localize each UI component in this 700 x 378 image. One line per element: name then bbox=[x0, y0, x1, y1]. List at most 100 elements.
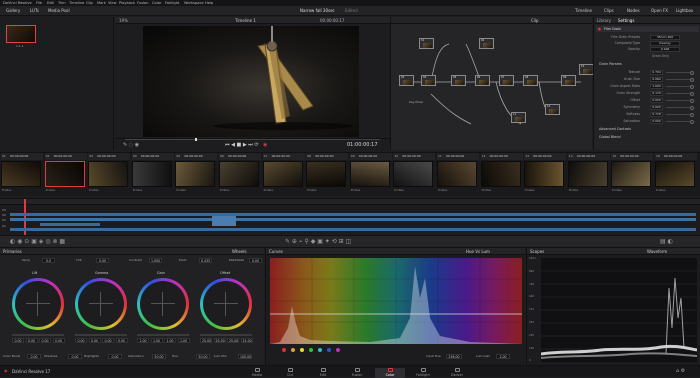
grain-param-slider[interactable] bbox=[666, 79, 690, 80]
wheel-value[interactable]: 1.00 bbox=[150, 338, 163, 343]
menu-item-playback[interactable]: Playback bbox=[119, 1, 135, 5]
lum-gain-value[interactable]: 1.00 bbox=[496, 354, 510, 359]
page-tab-fusion[interactable]: Fusion bbox=[342, 368, 372, 377]
node-10[interactable]: 10 bbox=[579, 64, 594, 75]
top-control-value[interactable]: 0.0 bbox=[42, 258, 55, 263]
menu-item-fairlight[interactable]: Fairlight bbox=[165, 1, 179, 5]
wheel-value[interactable]: 0.00 bbox=[39, 338, 51, 343]
gallery-tab[interactable]: Gallery bbox=[6, 8, 20, 13]
reset-icon[interactable] bbox=[690, 106, 694, 110]
nodes-toggle[interactable]: Nodes bbox=[627, 8, 640, 13]
reset-icon[interactable] bbox=[690, 99, 694, 103]
tab-settings[interactable]: Settings bbox=[618, 18, 634, 23]
node-01[interactable]: 01 bbox=[419, 38, 434, 49]
menu-item-davinci-resolve[interactable]: DaVinci Resolve bbox=[3, 1, 32, 5]
scopes-mode[interactable]: Waveform bbox=[647, 249, 667, 254]
hue-swatch-2[interactable] bbox=[300, 348, 304, 352]
timeline-clip[interactable] bbox=[10, 213, 696, 216]
tab-library[interactable]: Library bbox=[597, 18, 611, 23]
top-control-value[interactable]: 0.435 bbox=[199, 258, 212, 263]
wheel-value[interactable]: 0.00 bbox=[115, 338, 128, 343]
hue-swatch-3[interactable] bbox=[309, 348, 313, 352]
node-08[interactable]: 08 bbox=[523, 75, 538, 86]
page-tab-edit[interactable]: Edit bbox=[308, 368, 338, 377]
clip-thumbnail[interactable] bbox=[655, 161, 695, 187]
wheel-value[interactable]: 25.00 bbox=[227, 338, 239, 343]
grain-param-slider[interactable] bbox=[666, 93, 690, 94]
menu-item-help[interactable]: Help bbox=[205, 1, 213, 5]
timeline-clip[interactable] bbox=[212, 216, 236, 226]
wheel-value[interactable]: 25.00 bbox=[200, 338, 212, 343]
wheel-value[interactable]: 0.00 bbox=[75, 338, 87, 343]
input-hue-value[interactable]: 256.00 bbox=[446, 354, 462, 359]
clip-thumbnail[interactable] bbox=[611, 161, 652, 187]
grain-param-value[interactable]: 0.000 bbox=[650, 105, 663, 110]
transport-controls[interactable]: ⏮ ◀ ■ ▶ ⏭ ⟳ bbox=[225, 143, 259, 148]
wheel-value[interactable]: 0.00 bbox=[52, 338, 65, 343]
bottom-control-value[interactable]: 0.00 bbox=[108, 354, 122, 359]
clip-thumbnail[interactable] bbox=[437, 161, 477, 187]
fx-setting-value[interactable]: 35mm 400 bbox=[650, 35, 680, 40]
bottom-control-value[interactable]: 100.00 bbox=[238, 354, 252, 359]
timeline-clip[interactable] bbox=[10, 218, 696, 221]
grain-param-slider[interactable] bbox=[666, 86, 690, 87]
wheel-value[interactable]: 1.00 bbox=[164, 338, 176, 343]
clip-thumbnail[interactable] bbox=[44, 161, 85, 187]
reset-icon[interactable] bbox=[690, 113, 694, 117]
node-02[interactable]: 02 bbox=[479, 38, 494, 49]
reset-icon[interactable] bbox=[690, 71, 694, 75]
bottom-control-value[interactable]: 0.00 bbox=[27, 354, 41, 359]
hue-swatch-6[interactable] bbox=[336, 348, 340, 352]
openfx-toggle[interactable]: Open FX bbox=[651, 8, 668, 13]
grain-param-value[interactable]: 0.062 bbox=[650, 77, 663, 82]
wheel-value[interactable]: 0.00 bbox=[88, 338, 101, 343]
bottom-control-value[interactable]: 0.00 bbox=[68, 354, 82, 359]
top-control-value[interactable]: 0.00 bbox=[249, 258, 262, 263]
section-advanced-controls[interactable]: Advanced Controls bbox=[599, 127, 631, 131]
node-12[interactable]: 12 bbox=[545, 104, 560, 115]
media-pool-tab[interactable]: Media Pool bbox=[48, 8, 70, 13]
clip-thumbnail[interactable] bbox=[567, 161, 608, 187]
clip-thumbnail[interactable] bbox=[524, 161, 565, 187]
wheel-value[interactable]: 1.00 bbox=[137, 338, 149, 343]
reset-icon[interactable] bbox=[690, 78, 694, 82]
node-05[interactable]: 05 bbox=[451, 75, 466, 86]
tools-icon[interactable]: ✎ ◌ ◉ bbox=[123, 143, 139, 148]
luts-tab[interactable]: LUTs bbox=[30, 8, 39, 13]
wheel-gain[interactable] bbox=[137, 278, 189, 330]
clips-toggle[interactable]: Clips bbox=[604, 8, 614, 13]
hue-swatch-1[interactable] bbox=[291, 348, 295, 352]
node-06[interactable]: 06 bbox=[475, 75, 490, 86]
node-11[interactable]: 11 bbox=[511, 112, 526, 123]
wheels-mode[interactable]: Wheels bbox=[232, 249, 247, 254]
top-control-value[interactable]: 0.00 bbox=[96, 258, 109, 263]
hue-vs-lum-graph[interactable] bbox=[270, 258, 522, 344]
clip-thumbnail[interactable] bbox=[393, 161, 434, 187]
fx-setting-value[interactable]: Overlay bbox=[650, 41, 680, 46]
grain-param-value[interactable]: 0.718 bbox=[650, 112, 663, 117]
page-tab-media[interactable]: Media bbox=[242, 368, 272, 377]
clip-thumbnail[interactable] bbox=[480, 161, 521, 187]
grain-param-slider[interactable] bbox=[666, 107, 690, 108]
wheel-offset[interactable] bbox=[200, 278, 252, 330]
palette-right-icons[interactable]: ▤ ◐ bbox=[660, 239, 673, 245]
menu-item-edit[interactable]: Edit bbox=[47, 1, 54, 5]
section-grain-params[interactable]: Grain Params bbox=[599, 62, 622, 66]
menu-item-timeline[interactable]: Timeline bbox=[69, 1, 84, 5]
wheel-master-slider[interactable] bbox=[12, 334, 64, 336]
wheel-master-slider[interactable] bbox=[200, 334, 252, 336]
node-07[interactable]: 07 bbox=[499, 75, 514, 86]
hue-swatch-4[interactable] bbox=[318, 348, 322, 352]
record-icon[interactable]: ◉ bbox=[263, 143, 267, 148]
reset-icon[interactable] bbox=[690, 120, 694, 124]
section-global-blend[interactable]: Global Blend bbox=[599, 135, 621, 139]
zoom-level[interactable]: 19% bbox=[119, 19, 128, 23]
hue-swatch-5[interactable] bbox=[327, 348, 331, 352]
grain-param-value[interactable]: 0.000 bbox=[650, 119, 663, 124]
clip-thumbnail[interactable] bbox=[349, 161, 390, 187]
menu-item-view[interactable]: View bbox=[108, 1, 117, 5]
wheel-value[interactable]: 25.00 bbox=[213, 338, 226, 343]
clip-thumbnail[interactable] bbox=[262, 161, 303, 187]
clip-mode-label[interactable]: Clip bbox=[531, 18, 539, 23]
hue-swatch-0[interactable] bbox=[282, 348, 286, 352]
